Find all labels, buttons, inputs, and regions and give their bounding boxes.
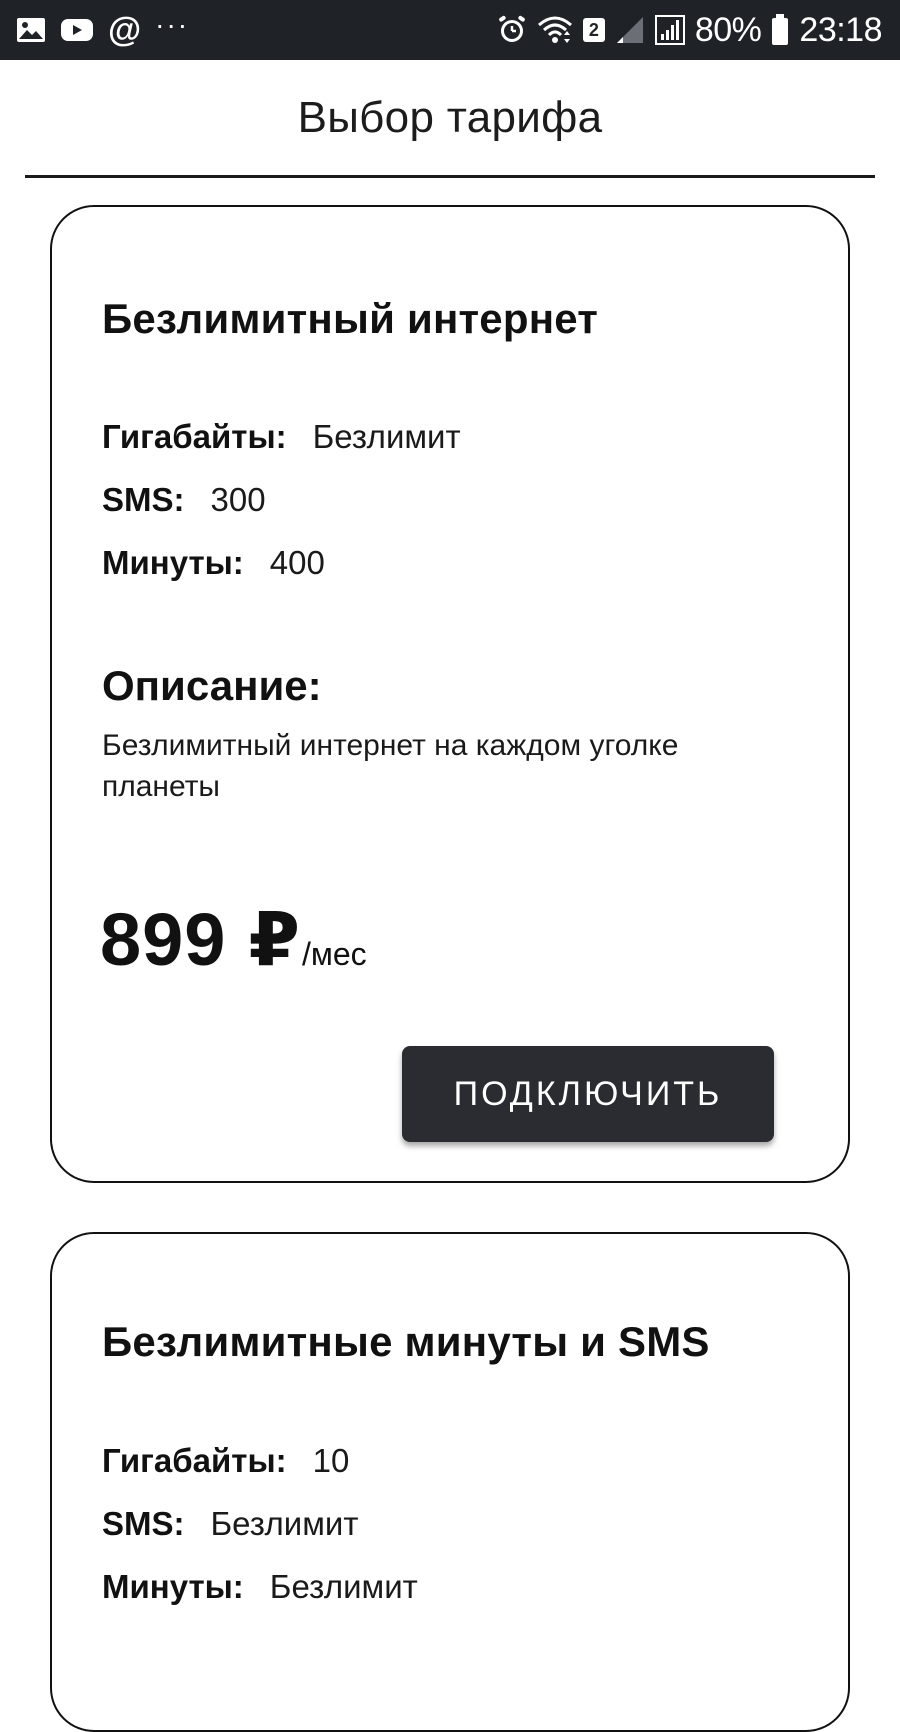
system-icons: 2 80% 23:18 bbox=[487, 13, 882, 47]
tariff-price: 899 ₽ /мес bbox=[100, 897, 367, 983]
spec-row-sms: SMS: 300 bbox=[102, 468, 461, 531]
description-heading: Описание: bbox=[102, 662, 322, 709]
battery-icon bbox=[771, 14, 789, 46]
spec-label: SMS: bbox=[102, 1504, 185, 1542]
spec-row-minutes: Минуты: Безлимит bbox=[102, 1555, 418, 1618]
signal-icon-sim1 bbox=[615, 16, 645, 44]
sim-badge: 2 bbox=[582, 18, 605, 42]
price-amount: 899 bbox=[100, 898, 227, 981]
tariff-specs: Гигабайты: Безлимит SMS: 300 Минуты: 400 bbox=[102, 405, 461, 594]
page-title: Выбор тарифа bbox=[297, 92, 603, 142]
tariff-title: Безлимитные минуты и SMS bbox=[102, 1318, 710, 1365]
app-header: Выбор тарифа bbox=[25, 60, 875, 178]
price-period: /мес bbox=[301, 936, 367, 972]
battery-percent: 80% bbox=[694, 11, 762, 49]
spec-row-gigabytes: Гигабайты: Безлимит bbox=[102, 405, 461, 468]
spec-value: Безлимит bbox=[312, 417, 461, 455]
spec-value: 300 bbox=[210, 480, 266, 518]
tariff-card: Безлимитные минуты и SMS Гигабайты: 10 S… bbox=[50, 1232, 850, 1732]
tariff-card: Безлимитный интернет Гигабайты: Безлимит… bbox=[50, 205, 850, 1183]
clock: 23:18 bbox=[799, 11, 882, 49]
spec-value: 400 bbox=[269, 543, 325, 581]
spec-value: 10 bbox=[312, 1441, 350, 1479]
status-bar: @ ··· 2 80% 23:18 bbox=[0, 0, 900, 60]
description-text: Безлимитный интернет на каждом уголке пл… bbox=[102, 729, 679, 803]
more-icon: ··· bbox=[155, 9, 190, 40]
ruble-sign: ₽ bbox=[248, 898, 300, 981]
spec-value: Безлимит bbox=[210, 1504, 359, 1542]
connect-button[interactable]: ПОДКЛЮЧИТЬ bbox=[402, 1046, 774, 1142]
notification-icons: @ ··· bbox=[16, 9, 203, 49]
spec-label: Гигабайты: bbox=[102, 417, 287, 455]
image-icon bbox=[16, 17, 46, 43]
spec-label: SMS: bbox=[102, 480, 185, 518]
at-icon: @ bbox=[108, 11, 142, 49]
spec-label: Минуты: bbox=[102, 543, 244, 581]
alarm-icon bbox=[497, 15, 527, 45]
spec-row-gigabytes: Гигабайты: 10 bbox=[102, 1429, 418, 1492]
spec-label: Гигабайты: bbox=[102, 1441, 287, 1479]
tariff-specs: Гигабайты: 10 SMS: Безлимит Минуты: Безл… bbox=[102, 1429, 418, 1618]
signal-icon-sim2 bbox=[654, 15, 685, 45]
youtube-icon bbox=[60, 17, 94, 43]
spec-row-minutes: Минуты: 400 bbox=[102, 531, 461, 594]
spec-row-sms: SMS: Безлимит bbox=[102, 1492, 418, 1555]
wifi-icon bbox=[537, 15, 573, 45]
tariff-title: Безлимитный интернет bbox=[102, 295, 599, 342]
